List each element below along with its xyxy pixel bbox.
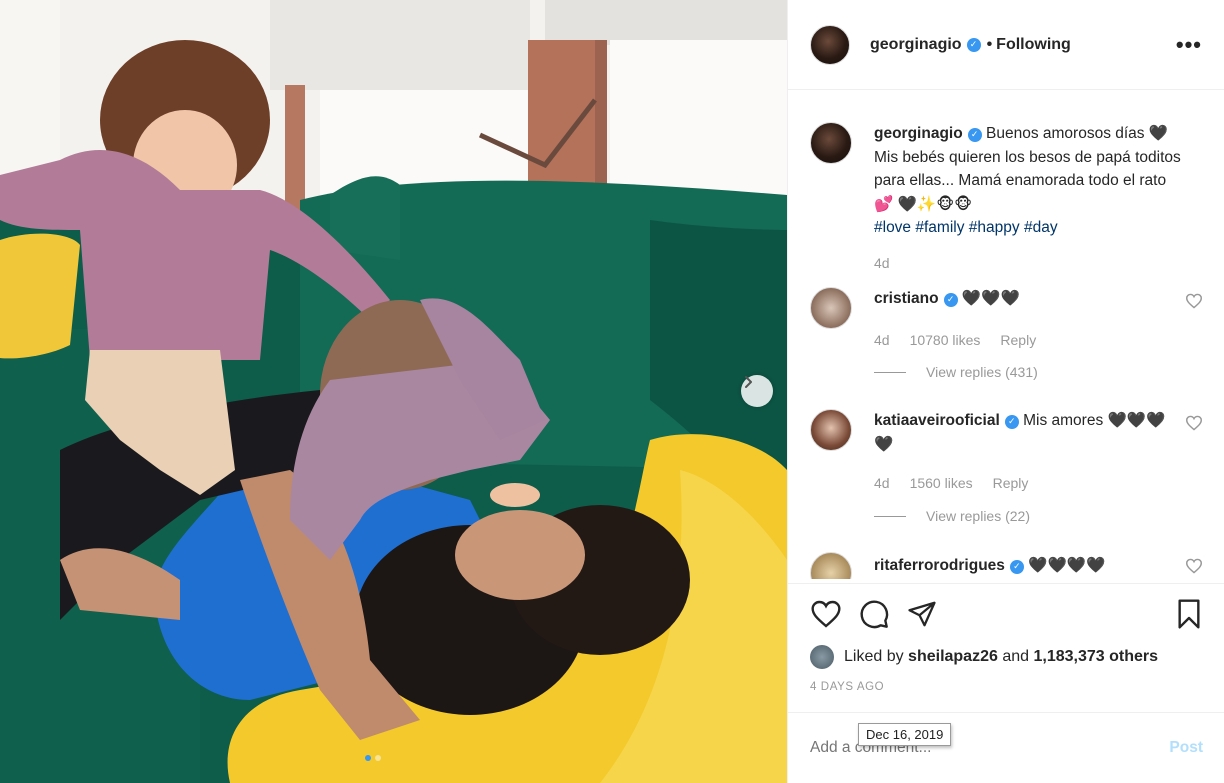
separator: • [986, 35, 993, 53]
liked-by-summary: Liked by sheilapaz26 and 1,183,373 other… [810, 645, 1203, 669]
verified-badge-icon: ✓ [943, 292, 958, 307]
liked-by-and: and [1002, 648, 1030, 665]
next-slide-button[interactable] [741, 375, 773, 407]
comment-likes[interactable]: 10780 likes [910, 329, 981, 353]
next-arrow-icon [745, 376, 752, 388]
comments-list[interactable]: georginagio ✓ Buenos amorosos días 🖤 Mis … [788, 91, 1224, 579]
share-icon[interactable] [906, 599, 938, 629]
comment-text-block: ritaferrorodrigues ✓ 🖤🖤🖤🖤 [874, 552, 1184, 579]
save-icon[interactable] [1175, 598, 1203, 630]
more-options-icon[interactable]: ••• [1176, 32, 1202, 58]
hashtag-family[interactable]: #family [915, 219, 964, 236]
add-comment-bar: Post Dec 16, 2019 [788, 712, 1224, 783]
view-replies-button[interactable]: View replies (431) [874, 361, 1184, 385]
comment-text: 🖤🖤🖤🖤 [1028, 557, 1106, 574]
view-replies-line [874, 515, 906, 517]
comment-item: cristiano ✓ 🖤🖤🖤 4d 10780 likes Reply View… [810, 287, 1203, 385]
verified-badge-icon: ✓ [1004, 414, 1019, 429]
action-bar [810, 598, 1203, 630]
comment-text-block: cristiano ✓ 🖤🖤🖤 4d 10780 likes Reply View… [874, 287, 1184, 385]
carousel-dot [375, 755, 381, 761]
likes-count-link[interactable]: 1,183,373 others [1033, 648, 1158, 666]
reply-button[interactable]: Reply [993, 472, 1029, 496]
liker-avatar[interactable] [810, 645, 834, 669]
verified-badge-icon: ✓ [1009, 559, 1024, 574]
comment-text: 🖤🖤🖤 [961, 290, 1020, 307]
timestamp-tooltip: Dec 16, 2019 [858, 723, 952, 746]
post-comment-button[interactable]: Post [1169, 739, 1203, 757]
like-comment-heart-icon[interactable] [1185, 558, 1203, 574]
liked-by-prefix: Liked by [844, 648, 904, 665]
heart-icon[interactable] [810, 599, 842, 629]
author-avatar[interactable] [810, 24, 850, 65]
hashtag-happy[interactable]: #happy [969, 219, 1020, 236]
comment-text-block: katiaaveirooficial ✓ Mis amores 🖤🖤🖤🖤 4d 1… [874, 409, 1184, 528]
view-replies-line [874, 372, 906, 374]
comment-item: ritaferrorodrigues ✓ 🖤🖤🖤🖤 [810, 552, 1203, 579]
like-comment-heart-icon[interactable] [1185, 415, 1203, 431]
verified-badge-icon: ✓ [967, 127, 982, 142]
comment-icon[interactable] [858, 598, 890, 630]
comment-item: katiaaveirooficial ✓ Mis amores 🖤🖤🖤🖤 4d 1… [810, 409, 1203, 528]
comment-age: 4d [874, 331, 890, 348]
caption-meta: 4d [874, 252, 1184, 276]
post-image [0, 0, 787, 783]
caption-username[interactable]: georginagio [874, 125, 963, 142]
view-replies-label: View replies (431) [926, 364, 1038, 380]
caption-text-block: georginagio ✓ Buenos amorosos días 🖤 Mis … [874, 122, 1184, 275]
post-details-panel: georginagio ✓ • Following ••• georginagi… [787, 0, 1224, 783]
comment-username[interactable]: cristiano [874, 290, 939, 307]
like-comment-heart-icon[interactable] [1185, 293, 1203, 309]
comment-username[interactable]: ritaferrorodrigues [874, 557, 1005, 574]
post-photo[interactable] [0, 0, 787, 783]
hashtag-love[interactable]: #love [874, 219, 911, 236]
author-username[interactable]: georginagio [870, 36, 962, 54]
reply-button[interactable]: Reply [1000, 329, 1036, 353]
comment-meta: 4d 10780 likes Reply [874, 329, 1184, 353]
post-header: georginagio ✓ • Following ••• [788, 0, 1224, 90]
comment-username[interactable]: katiaaveirooficial [874, 412, 1000, 429]
comment-avatar[interactable] [810, 409, 852, 451]
post-timestamp[interactable]: 4 DAYS AGO [810, 681, 1203, 693]
comment-meta: 4d 1560 likes Reply [874, 472, 1184, 496]
comment-avatar[interactable] [810, 552, 852, 579]
comment-likes[interactable]: 1560 likes [910, 472, 973, 496]
hashtag-day[interactable]: #day [1024, 219, 1058, 236]
view-replies-button[interactable]: View replies (22) [874, 505, 1184, 529]
carousel-dot-active [365, 755, 371, 761]
liker-username[interactable]: sheilapaz26 [908, 648, 998, 666]
caption-avatar[interactable] [810, 122, 852, 164]
caption: georginagio ✓ Buenos amorosos días 🖤 Mis … [810, 122, 1203, 275]
carousel-indicator [365, 755, 381, 761]
comment-avatar[interactable] [810, 287, 852, 329]
caption-age: 4d [874, 254, 890, 271]
follow-status-button[interactable]: Following [996, 36, 1071, 54]
post-actions: Liked by sheilapaz26 and 1,183,373 other… [788, 583, 1224, 693]
verified-badge-icon: ✓ [966, 37, 981, 52]
comment-age: 4d [874, 475, 890, 491]
view-replies-label: View replies (22) [926, 507, 1031, 524]
